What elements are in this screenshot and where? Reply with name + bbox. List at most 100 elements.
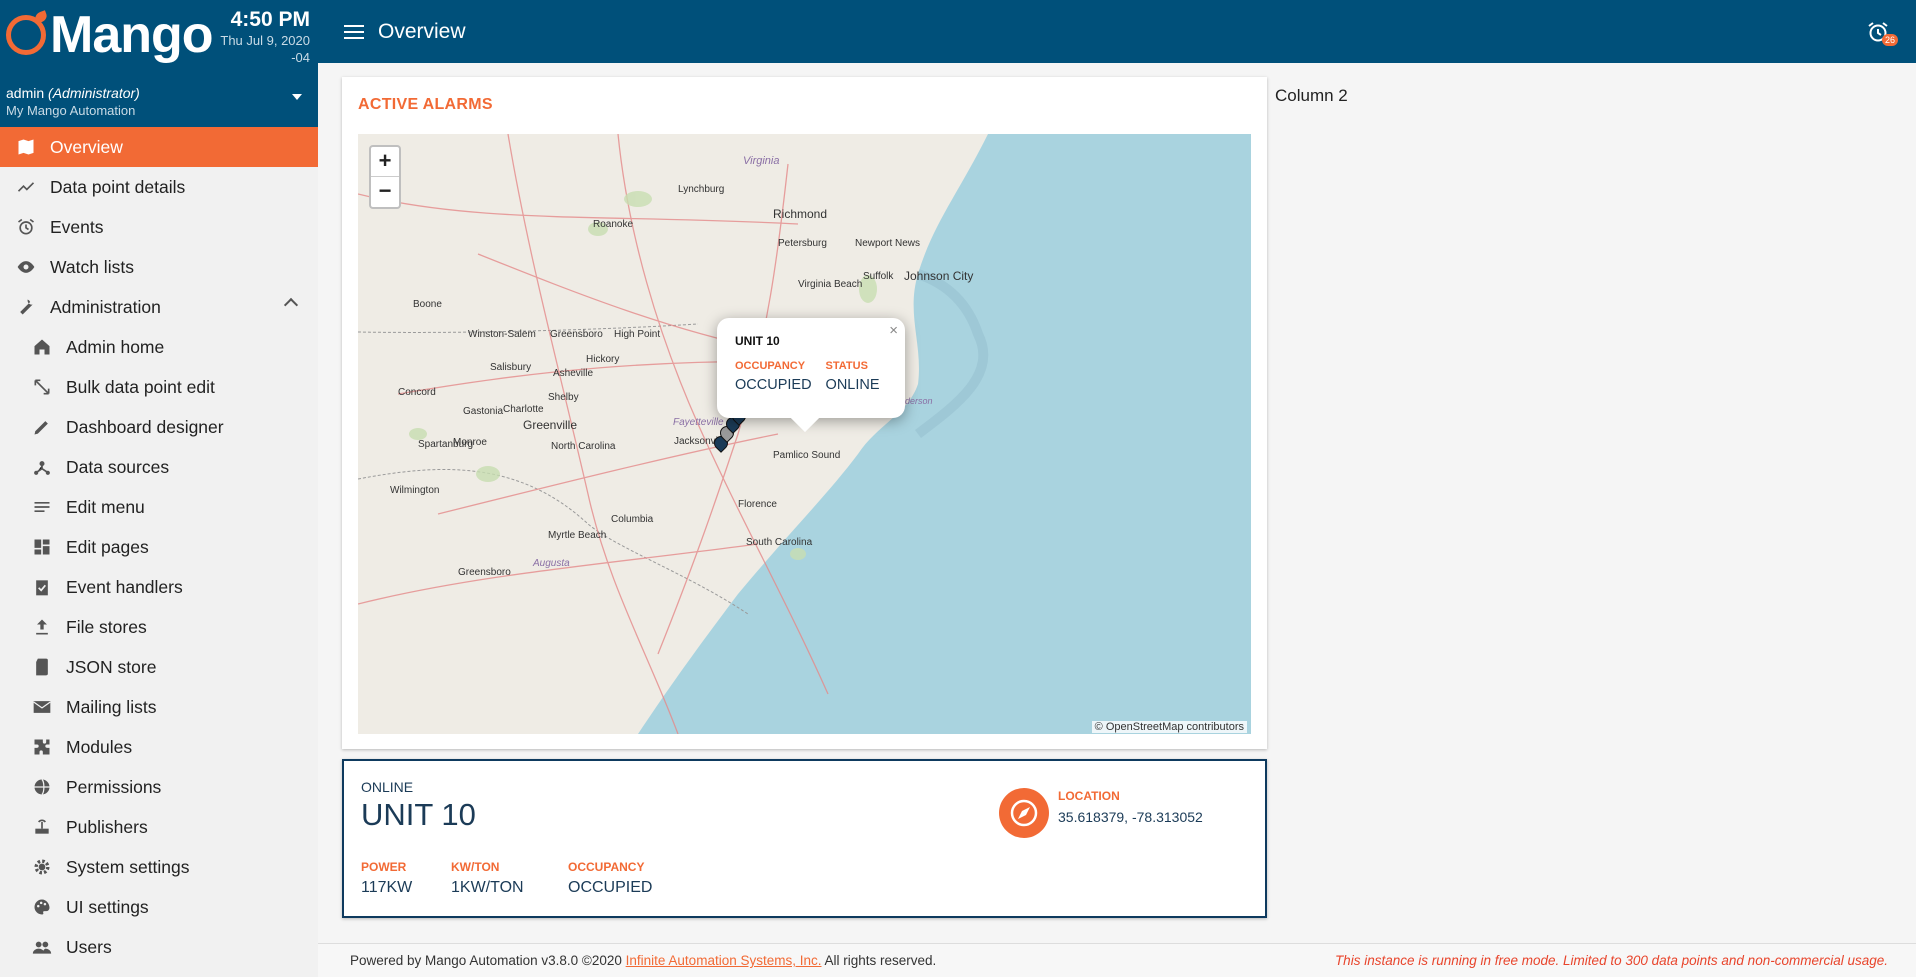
user-name: admin (Administrator): [6, 84, 308, 102]
popup-status-value: ONLINE: [825, 377, 880, 393]
user-name-text: admin: [6, 85, 45, 101]
power-value: 117KW: [361, 879, 413, 896]
sidebar-nav: Overview Data point details Events Watch li…: [0, 127, 318, 967]
popup-title: UNIT 10: [735, 334, 780, 348]
map-label: Asheville: [553, 368, 594, 379]
map-label: Wilmington: [390, 485, 440, 496]
sidebar-item-event-handlers[interactable]: Event handlers: [0, 567, 318, 607]
map-label: Winston-Salem: [468, 329, 536, 340]
sidebar-item-label: Publishers: [66, 816, 148, 837]
sidebar-item-data-sources[interactable]: Data sources: [0, 447, 318, 487]
column-2-title: Column 2: [1275, 86, 1348, 105]
caret-down-icon[interactable]: [292, 94, 302, 100]
sidebar-item-bulk-data-point-edit[interactable]: Bulk data point edit: [0, 367, 318, 407]
popup-occupancy-label: OCCUPANCY: [735, 360, 806, 372]
map-label: Boone: [413, 299, 442, 310]
footer: Powered by Mango Automation v3.8.0 ©2020…: [318, 943, 1916, 977]
map-label: High Point: [614, 329, 661, 340]
hub-icon: [30, 455, 54, 479]
sidebar-item-label: Bulk data point edit: [66, 376, 215, 397]
sidebar-item-modules[interactable]: Modules: [0, 727, 318, 767]
page-title: Overview: [378, 19, 466, 43]
map-label: Richmond: [773, 207, 828, 221]
map-tiles: [358, 134, 989, 734]
map-label: Petersburg: [778, 238, 827, 249]
active-alarms-card: ACTIVE ALARMS Virginia Lynchburg Richmon…: [342, 77, 1267, 749]
map[interactable]: Virginia Lynchburg Richmond Roanoke Petersbu…: [358, 134, 1251, 734]
sidebar-item-edit-pages[interactable]: Edit pages: [0, 527, 318, 567]
sidebar-item-mailing-lists[interactable]: Mailing lists: [0, 687, 318, 727]
sidebar-item-edit-menu[interactable]: Edit menu: [0, 487, 318, 527]
map-label: Greensboro: [550, 329, 603, 340]
menu-icon[interactable]: [344, 21, 364, 43]
zoom-control: + −: [369, 145, 401, 209]
sidebar-item-label: Mailing lists: [66, 696, 157, 717]
map-label: Lynchburg: [678, 184, 725, 195]
gear-icon: [30, 855, 54, 879]
people-icon: [30, 935, 54, 959]
unit-popup: × UNIT 10 OCCUPANCY OCCUPIED STATUS ONLI…: [717, 318, 905, 418]
sidebar-item-label: Admin home: [66, 336, 165, 357]
sd-card-icon: [30, 655, 54, 679]
location-block: LOCATION 35.618379, -78.313052: [1058, 789, 1203, 825]
map-label: Greenville: [523, 418, 578, 432]
map-attribution[interactable]: © OpenStreetMap contributors: [1091, 721, 1247, 733]
map-label: Monroe: [453, 437, 487, 448]
map-label: Suffolk: [863, 271, 894, 282]
sidebar-item-file-stores[interactable]: File stores: [0, 607, 318, 647]
sidebar-item-label: Events: [50, 216, 104, 237]
sidebar-item-label: File stores: [66, 616, 147, 637]
sidebar: Mango 4:50 PM Thu Jul 9, 2020 -04 admin …: [0, 0, 318, 977]
sidebar-item-publishers[interactable]: Publishers: [0, 807, 318, 847]
kwton-metric: KW/TON 1KW/TON: [451, 860, 524, 897]
sidebar-item-data-point-details[interactable]: Data point details: [0, 167, 318, 207]
map-label: Florence: [738, 499, 777, 510]
clock-time: 4:50 PM: [230, 8, 310, 31]
chevron-up-icon[interactable]: [283, 297, 299, 313]
brand-name: Mango: [50, 6, 214, 64]
power-label: POWER: [361, 860, 407, 874]
sidebar-item-dashboard-designer[interactable]: Dashboard designer: [0, 407, 318, 447]
wrench-icon: [14, 295, 38, 319]
map-label: Gastonia: [463, 406, 504, 417]
sidebar-item-permissions[interactable]: Permissions: [0, 767, 318, 807]
sidebar-item-json-store[interactable]: JSON store: [0, 647, 318, 687]
mail-icon: [30, 695, 54, 719]
company-link[interactable]: Infinite Automation Systems, Inc.: [626, 953, 822, 968]
map-label: Hickory: [586, 354, 620, 365]
map-label: Roanoke: [593, 219, 634, 230]
sidebar-item-admin-home[interactable]: Admin home: [0, 327, 318, 367]
sidebar-item-overview[interactable]: Overview: [0, 127, 318, 167]
zoom-in-button[interactable]: +: [371, 147, 399, 177]
sidebar-item-label: Edit pages: [66, 536, 149, 557]
free-mode-notice: This instance is running in free mode. L…: [1334, 953, 1888, 968]
clipboard-check-icon: [30, 575, 54, 599]
user-menu[interactable]: admin (Administrator) My Mango Automatio…: [6, 84, 308, 120]
topbar: Overview 26: [318, 0, 1916, 63]
map-label: Greensboro: [458, 567, 511, 578]
map-label: Newport News: [855, 238, 921, 249]
sidebar-item-watch-lists[interactable]: Watch lists: [0, 247, 318, 287]
map-label: Pamlico Sound: [773, 450, 841, 461]
sidebar-item-system-settings[interactable]: System settings: [0, 847, 318, 887]
sidebar-item-users[interactable]: Users: [0, 927, 318, 967]
sidebar-item-events[interactable]: Events: [0, 207, 318, 247]
popup-status: STATUS ONLINE: [826, 360, 880, 393]
dashboard-icon: [30, 535, 54, 559]
alarm-button[interactable]: 26: [1866, 20, 1898, 46]
location-label: LOCATION: [1058, 789, 1120, 803]
zoom-out-button[interactable]: −: [371, 177, 399, 207]
sidebar-item-label: Edit menu: [66, 496, 145, 517]
map-label: Augusta: [533, 558, 570, 569]
sidebar-item-administration[interactable]: Administration: [0, 287, 318, 327]
alarm-clock-icon: [14, 215, 38, 239]
sidebar-item-ui-settings[interactable]: UI settings: [0, 887, 318, 927]
sidebar-item-label: Overview: [50, 136, 123, 157]
mango-logo[interactable]: Mango: [6, 6, 214, 64]
palette-icon: [30, 895, 54, 919]
occupancy-value: OCCUPIED: [568, 879, 653, 896]
popup-status-label: STATUS: [825, 360, 868, 372]
close-icon[interactable]: ×: [889, 322, 898, 339]
map-label: Myrtle Beach: [548, 530, 607, 541]
clock-date: Thu Jul 9, 2020 -04: [220, 33, 310, 65]
